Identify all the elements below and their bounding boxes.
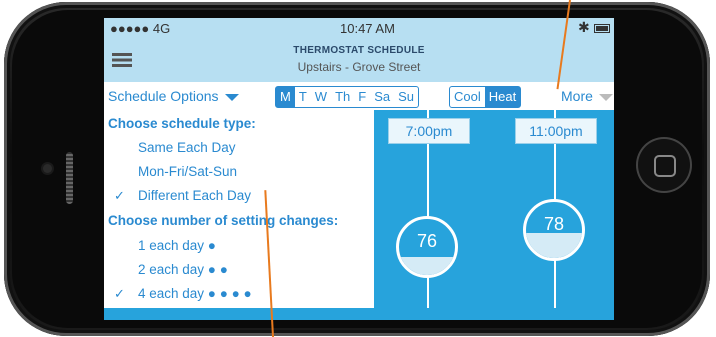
- battery-icon: [594, 24, 610, 33]
- schedule-options-dropdown[interactable]: Schedule Options: [108, 88, 239, 104]
- app-screen: ●●●●● 4G 10:47 AM ✱ THERMOSTAT SCHEDULE …: [104, 18, 614, 320]
- home-square-icon: [654, 155, 676, 177]
- changes-header: Choose number of setting changes:: [108, 213, 339, 228]
- mode-heat[interactable]: Heat: [484, 87, 521, 107]
- status-time: 10:47 AM: [340, 21, 395, 36]
- day-sat[interactable]: Sa: [370, 87, 394, 107]
- carrier-signal: ●●●●● 4G: [110, 21, 171, 36]
- option-same-each-day[interactable]: Same Each Day: [138, 140, 236, 155]
- day-sun[interactable]: Su: [394, 87, 418, 107]
- option-mon-fri-sat-sun[interactable]: Mon-Fri/Sat-Sun: [138, 164, 237, 179]
- mode-cool[interactable]: Cool: [450, 87, 485, 107]
- check-icon: ✓: [114, 286, 125, 301]
- page-title: THERMOSTAT SCHEDULE: [293, 45, 425, 56]
- check-icon: ✓: [114, 188, 125, 203]
- chevron-down-icon: [224, 93, 239, 101]
- more-label: More: [561, 88, 593, 104]
- speaker-grille: [66, 152, 73, 204]
- page-subtitle: Upstairs - Grove Street: [297, 60, 421, 74]
- bottom-strip: [104, 308, 614, 320]
- temperature-dial[interactable]: 76: [396, 216, 458, 278]
- day-wed[interactable]: W: [311, 87, 331, 107]
- more-menu[interactable]: More: [561, 88, 613, 104]
- bluetooth-icon: ✱: [578, 19, 590, 35]
- title-bar: THERMOSTAT SCHEDULE Upstairs - Grove Str…: [104, 38, 614, 82]
- day-mon[interactable]: M: [276, 87, 295, 107]
- mode-toggle: Cool Heat: [449, 86, 522, 108]
- camera-icon: [43, 164, 52, 173]
- schedule-type-header: Choose schedule type:: [108, 116, 256, 131]
- temperature-value: 76: [416, 231, 438, 251]
- option-1-each-day[interactable]: 1 each day ●: [138, 238, 216, 253]
- day-fri[interactable]: F: [354, 87, 370, 107]
- schedule-options-label: Schedule Options: [108, 88, 219, 104]
- temperature-level: [399, 256, 455, 275]
- temperature-dial[interactable]: 78: [523, 199, 585, 261]
- chevron-down-icon: [598, 93, 613, 101]
- status-bar: ●●●●● 4G 10:47 AM ✱: [104, 18, 614, 38]
- slot-time[interactable]: 11:00pm: [515, 118, 597, 144]
- schedule-options-menu: Choose schedule type: Same Each Day Mon-…: [104, 110, 374, 308]
- options-bar: Schedule Options M T W Th F Sa Su Cool H…: [104, 82, 614, 110]
- day-thu[interactable]: Th: [331, 87, 354, 107]
- option-4-each-day[interactable]: 4 each day ● ● ● ●: [138, 286, 252, 301]
- slot-time[interactable]: 7:00pm: [388, 118, 470, 144]
- option-2-each-day[interactable]: 2 each day ● ●: [138, 262, 228, 277]
- day-selector: M T W Th F Sa Su: [275, 86, 420, 108]
- temperature-value: 78: [543, 214, 565, 234]
- day-tue[interactable]: T: [295, 87, 311, 107]
- home-button[interactable]: [636, 137, 692, 193]
- temperature-level: [526, 232, 582, 258]
- option-different-each-day[interactable]: Different Each Day: [138, 188, 251, 203]
